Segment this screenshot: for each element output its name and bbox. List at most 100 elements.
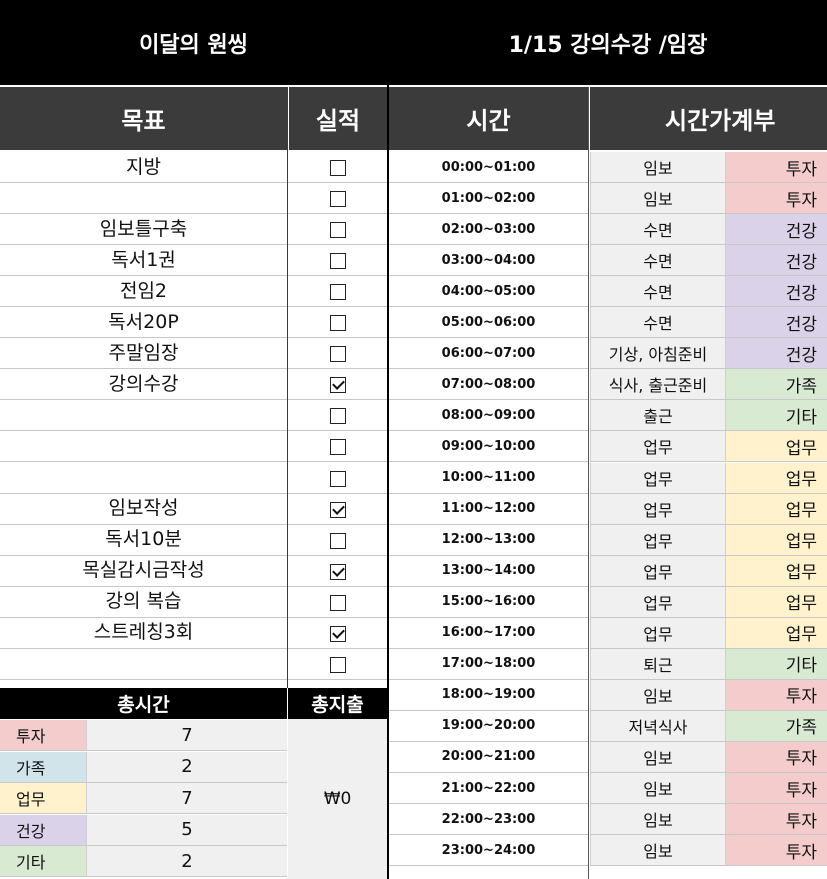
activity-cell: 임보 (590, 679, 725, 711)
goal-column-header: 목표 (0, 87, 287, 150)
time-cell: 09:00~10:00 (389, 431, 588, 463)
result-cell (288, 431, 387, 463)
result-cell (288, 494, 387, 525)
summary-row: 기타 2 (0, 846, 288, 878)
total-spend-value: ₩0 (323, 789, 352, 809)
summary-category: 기타 (0, 846, 86, 878)
result-checkbox[interactable] (329, 439, 346, 456)
category-cell: 업무 (725, 462, 827, 494)
activity-cell: 업무 (590, 524, 725, 556)
day-title-header: 1/15 강의수강 /임장 (389, 0, 827, 85)
category-cell: 가족 (725, 369, 827, 401)
result-cell (288, 400, 387, 432)
summary-category: 가족 (0, 751, 86, 783)
table-row: 독서10분 12:00~13:00 업무 업무 (0, 524, 827, 556)
activity-cell: 업무 (590, 462, 725, 494)
category-cell: 기타 (725, 400, 827, 432)
goal-cell (0, 463, 287, 494)
summary-hours: 2 (86, 846, 287, 878)
time-cell: 16:00~17:00 (389, 618, 588, 649)
result-checkbox[interactable] (329, 315, 346, 332)
table-row: 임보작성 11:00~12:00 업무 업무 (0, 493, 827, 525)
result-cell (288, 463, 387, 494)
budget-column-header: 시간가계부 (590, 87, 827, 150)
summary-hours: 5 (86, 814, 287, 846)
time-cell: 05:00~06:00 (389, 307, 588, 339)
table-row: 17:00~18:00 퇴근 기타 (0, 648, 827, 680)
table-row: 강의수강 07:00~08:00 식사, 출근준비 가족 (0, 369, 827, 401)
result-checkbox[interactable] (329, 656, 346, 673)
result-checkbox[interactable] (329, 532, 346, 549)
goal-cell: 임보작성 (0, 494, 287, 525)
table-row: 독서1권 03:00~04:00 수면 건강 (0, 245, 827, 277)
activity-cell: 임보 (590, 741, 725, 773)
total-spend-label: 총지출 (311, 694, 364, 716)
category-cell: 건강 (725, 214, 827, 246)
table-row: 09:00~10:00 업무 업무 (0, 431, 827, 463)
result-cell (288, 525, 387, 556)
category-cell: 건강 (725, 307, 827, 339)
summary-row: 투자 7 (0, 720, 288, 751)
category-cell: 투자 (725, 835, 827, 867)
time-cell: 02:00~03:00 (389, 214, 588, 246)
activity-cell: 식사, 출근준비 (590, 369, 725, 401)
result-cell (288, 276, 387, 308)
goal-cell: 스트레칭3회 (0, 618, 287, 649)
goal-cell: 전임2 (0, 276, 287, 308)
result-checkbox[interactable] (329, 625, 346, 642)
result-cell (288, 307, 387, 339)
goal-cell: 독서1권 (0, 245, 287, 277)
activity-cell: 업무 (590, 493, 725, 525)
category-cell: 기타 (725, 648, 827, 680)
activity-cell: 업무 (590, 555, 725, 587)
result-checkbox[interactable] (329, 470, 346, 487)
goal-cell: 강의 복습 (0, 587, 287, 618)
time-column-header: 시간 (389, 87, 588, 150)
result-checkbox[interactable] (329, 222, 346, 239)
table-row: 10:00~11:00 업무 업무 (0, 462, 827, 494)
category-cell: 건강 (725, 338, 827, 370)
onething-header: 이달의 원씽 (0, 0, 387, 85)
goal-cell: 독서10분 (0, 525, 287, 556)
result-cell (288, 214, 387, 246)
time-cell: 15:00~16:00 (389, 587, 588, 618)
result-checkbox[interactable] (329, 408, 346, 425)
category-cell: 투자 (725, 183, 827, 215)
total-time-label: 총시간 (117, 694, 170, 716)
result-checkbox[interactable] (329, 563, 346, 580)
activity-cell: 수면 (590, 276, 725, 308)
goal-divider (287, 87, 288, 688)
result-checkbox[interactable] (329, 346, 346, 363)
time-cell: 11:00~12:00 (389, 494, 588, 525)
result-cell (288, 649, 387, 680)
result-checkbox[interactable] (329, 160, 346, 176)
result-checkbox[interactable] (329, 284, 346, 301)
result-checkbox[interactable] (329, 377, 346, 394)
result-cell (288, 245, 387, 277)
activity-cell: 저녁식사 (590, 710, 725, 742)
time-cell: 10:00~11:00 (389, 463, 588, 494)
result-cell (288, 556, 387, 587)
result-cell (288, 183, 387, 215)
result-column-label: 실적 (315, 107, 361, 135)
result-checkbox[interactable] (329, 191, 346, 208)
goal-cell: 강의수강 (0, 369, 287, 401)
activity-cell: 업무 (590, 586, 725, 618)
category-cell: 투자 (725, 152, 827, 183)
result-checkbox[interactable] (329, 594, 346, 611)
table-row: 강의 복습 15:00~16:00 업무 업무 (0, 586, 827, 618)
activity-cell: 수면 (590, 214, 725, 246)
table-row: 전임2 04:00~05:00 수면 건강 (0, 276, 827, 308)
goal-cell: 목실감시금작성 (0, 556, 287, 587)
result-checkbox[interactable] (329, 501, 346, 518)
activity-cell: 임보 (590, 183, 725, 215)
time-cell: 01:00~02:00 (389, 183, 588, 215)
category-cell: 업무 (725, 493, 827, 525)
goal-cell (0, 649, 287, 680)
summary-hours: 2 (86, 751, 287, 783)
category-cell: 업무 (725, 555, 827, 587)
result-checkbox[interactable] (329, 253, 346, 270)
summary-hours: 7 (86, 720, 287, 751)
category-cell: 업무 (725, 586, 827, 618)
time-cell: 00:00~01:00 (389, 152, 588, 183)
